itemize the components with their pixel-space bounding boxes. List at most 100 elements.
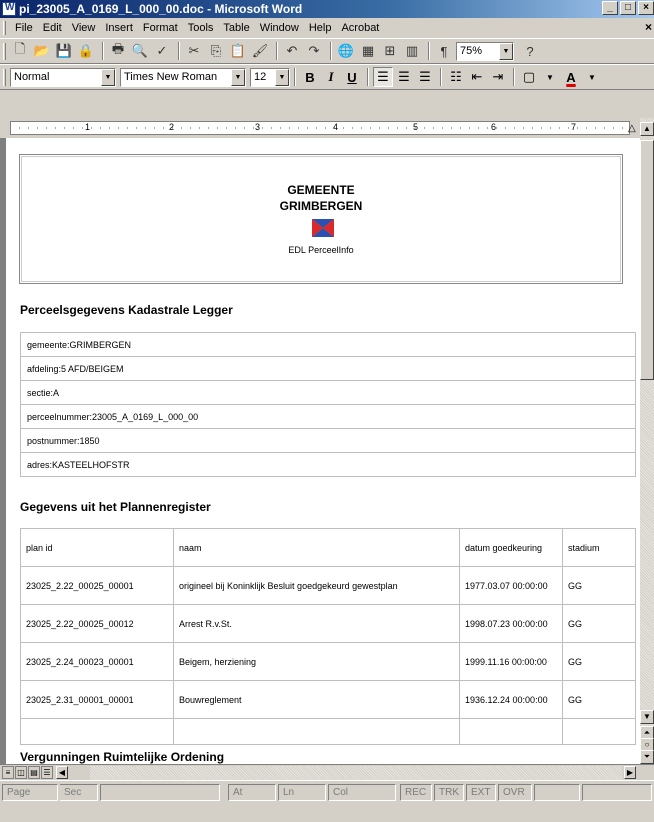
menubar-grip[interactable] — [3, 21, 6, 35]
vertical-scrollbar[interactable]: ▲ ▼ ⏶ ○ ⏷ — [640, 118, 654, 764]
align-center-icon[interactable]: ☰ — [394, 67, 414, 87]
web-layout-icon[interactable]: ◫ — [15, 766, 27, 779]
menu-insert[interactable]: Insert — [100, 22, 138, 34]
normal-view-icon[interactable]: ≡ — [2, 766, 14, 779]
redo-icon[interactable]: ↷ — [304, 41, 324, 61]
separator — [367, 68, 369, 86]
chevron-down-icon[interactable]: ▼ — [582, 67, 602, 87]
bold-icon[interactable]: B — [300, 67, 320, 87]
chevron-down-icon[interactable]: ▼ — [540, 67, 560, 87]
chevron-down-icon[interactable]: ▼ — [101, 68, 115, 86]
borders-icon[interactable]: ▢ — [519, 67, 539, 87]
font-select[interactable]: Times New Roman ▼ — [120, 67, 246, 87]
align-justify-icon[interactable]: ☰ — [415, 67, 435, 87]
scroll-left-icon[interactable]: ◀ — [56, 766, 68, 779]
font-size-select[interactable]: 12 ▼ — [250, 67, 290, 87]
show-hide-icon[interactable]: ¶ — [434, 41, 454, 61]
right-indent-marker-icon[interactable]: △ — [628, 123, 636, 134]
menu-edit[interactable]: Edit — [38, 22, 67, 34]
menu-acrobat[interactable]: Acrobat — [336, 22, 384, 34]
table-header-row: plan id naam datum goedkeuring stadium — [20, 528, 636, 567]
paste-icon[interactable]: 📋 — [228, 41, 248, 61]
insert-table-icon[interactable]: ⊞ — [380, 41, 400, 61]
hyperlink-icon[interactable]: 🌐 — [336, 41, 356, 61]
help-icon[interactable]: ? — [520, 41, 540, 61]
italic-icon[interactable]: I — [321, 67, 341, 87]
separator — [440, 68, 442, 86]
menu-format[interactable]: Format — [138, 22, 183, 34]
align-left-icon[interactable]: ☰ — [373, 67, 393, 87]
section-title-permits: Vergunningen Ruimtelijke Ordening — [20, 750, 225, 764]
minimize-button[interactable]: _ — [602, 1, 618, 15]
menu-table[interactable]: Table — [218, 22, 254, 34]
copy-icon[interactable]: ⎘ — [206, 41, 226, 61]
bullets-icon[interactable]: ☷ — [446, 67, 466, 87]
zoom-select[interactable]: 75% ▼ — [456, 41, 514, 61]
spelling-icon[interactable]: ✓ — [152, 41, 172, 61]
decrease-indent-icon[interactable]: ⇤ — [467, 67, 487, 87]
new-document-icon[interactable]: 🗋 — [10, 41, 30, 61]
scroll-up-icon[interactable]: ▲ — [640, 122, 654, 136]
maximize-button[interactable]: □ — [620, 1, 636, 15]
separator — [513, 68, 515, 86]
increase-indent-icon[interactable]: ⇥ — [488, 67, 508, 87]
next-page-icon[interactable]: ⏷ — [640, 750, 654, 764]
horizontal-scroll-track[interactable] — [90, 766, 622, 780]
table-row: gemeente:GRIMBERGEN — [20, 332, 636, 357]
parcel-cell: postnummer:1850 — [20, 428, 636, 453]
status-extra — [582, 784, 652, 801]
chevron-down-icon[interactable]: ▼ — [275, 68, 289, 86]
status-ovr[interactable]: OVR — [498, 784, 532, 801]
document-close-icon[interactable]: × — [645, 20, 652, 34]
scroll-thumb[interactable] — [640, 140, 654, 380]
underline-icon[interactable]: U — [342, 67, 362, 87]
style-select[interactable]: Normal ▼ — [10, 67, 116, 87]
open-folder-icon[interactable]: 📂 — [32, 41, 52, 61]
column-header: datum goedkeuring — [459, 528, 563, 567]
menu-tools[interactable]: Tools — [183, 22, 219, 34]
tables-borders-icon[interactable]: ▦ — [358, 41, 378, 61]
chevron-down-icon[interactable]: ▼ — [499, 42, 513, 60]
font-color-icon[interactable]: A — [561, 67, 581, 87]
plans-table: plan id naam datum goedkeuring stadium 2… — [20, 528, 636, 745]
menu-help[interactable]: Help — [304, 22, 337, 34]
undo-icon[interactable]: ↶ — [282, 41, 302, 61]
horizontal-scrollbar[interactable]: ≡ ◫ ▤ ☰ ◀ ▶ — [0, 764, 654, 780]
columns-icon[interactable]: ▥ — [402, 41, 422, 61]
close-button[interactable]: × — [638, 1, 654, 15]
print-icon[interactable]: 🖶 — [108, 41, 128, 61]
status-trk[interactable]: TRK — [434, 784, 464, 801]
format-painter-icon[interactable]: 🖌 — [250, 41, 270, 61]
menu-view[interactable]: View — [67, 22, 101, 34]
print-preview-icon[interactable]: 🔍 — [130, 41, 150, 61]
cut-icon[interactable]: ✂ — [184, 41, 204, 61]
table-row: adres:KASTEELHOFSTR — [20, 452, 636, 477]
permission-icon[interactable]: 🔒 — [76, 41, 96, 61]
print-layout-icon[interactable]: ▤ — [28, 766, 40, 779]
menu-window[interactable]: Window — [255, 22, 304, 34]
word-app-icon[interactable] — [2, 2, 16, 16]
save-icon[interactable]: 💾 — [54, 41, 74, 61]
table-row: 23025_2.31_00001_00001 Bouwreglement 193… — [20, 680, 636, 719]
outline-view-icon[interactable]: ☰ — [41, 766, 53, 779]
status-ext[interactable]: EXT — [466, 784, 496, 801]
scroll-down-icon[interactable]: ▼ — [640, 710, 654, 724]
chevron-down-icon[interactable]: ▼ — [231, 68, 245, 86]
parcel-cell: perceelnummer:23005_A_0169_L_000_00 — [20, 404, 636, 429]
ruler-track[interactable]: 1 2 3 4 5 6 7 — [10, 121, 630, 135]
ruler-number: 5 — [413, 122, 419, 132]
toolbar-grip[interactable] — [3, 43, 6, 60]
menu-file[interactable]: File — [10, 22, 38, 34]
scroll-right-icon[interactable]: ▶ — [624, 766, 636, 779]
plan-name-cell: Arrest R.v.St. — [173, 604, 460, 643]
horizontal-ruler[interactable]: 1 2 3 4 5 6 7 △ — [0, 118, 654, 138]
table-row-empty — [20, 718, 636, 745]
document-page[interactable]: GEMEENTE GRIMBERGEN EDL PerceelInfo Perc… — [6, 138, 640, 764]
status-rec[interactable]: REC — [400, 784, 432, 801]
parcel-cell: afdeling:5 AFD/BEIGEM — [20, 356, 636, 381]
document-area[interactable]: GEMEENTE GRIMBERGEN EDL PerceelInfo Perc… — [0, 138, 640, 764]
status-language — [534, 784, 580, 801]
table-row: 23025_2.24_00023_00001 Beigem, herzienin… — [20, 642, 636, 681]
table-row: 23025_2.22_00025_00001 origineel bij Kon… — [20, 566, 636, 605]
toolbar-grip[interactable] — [3, 69, 6, 86]
